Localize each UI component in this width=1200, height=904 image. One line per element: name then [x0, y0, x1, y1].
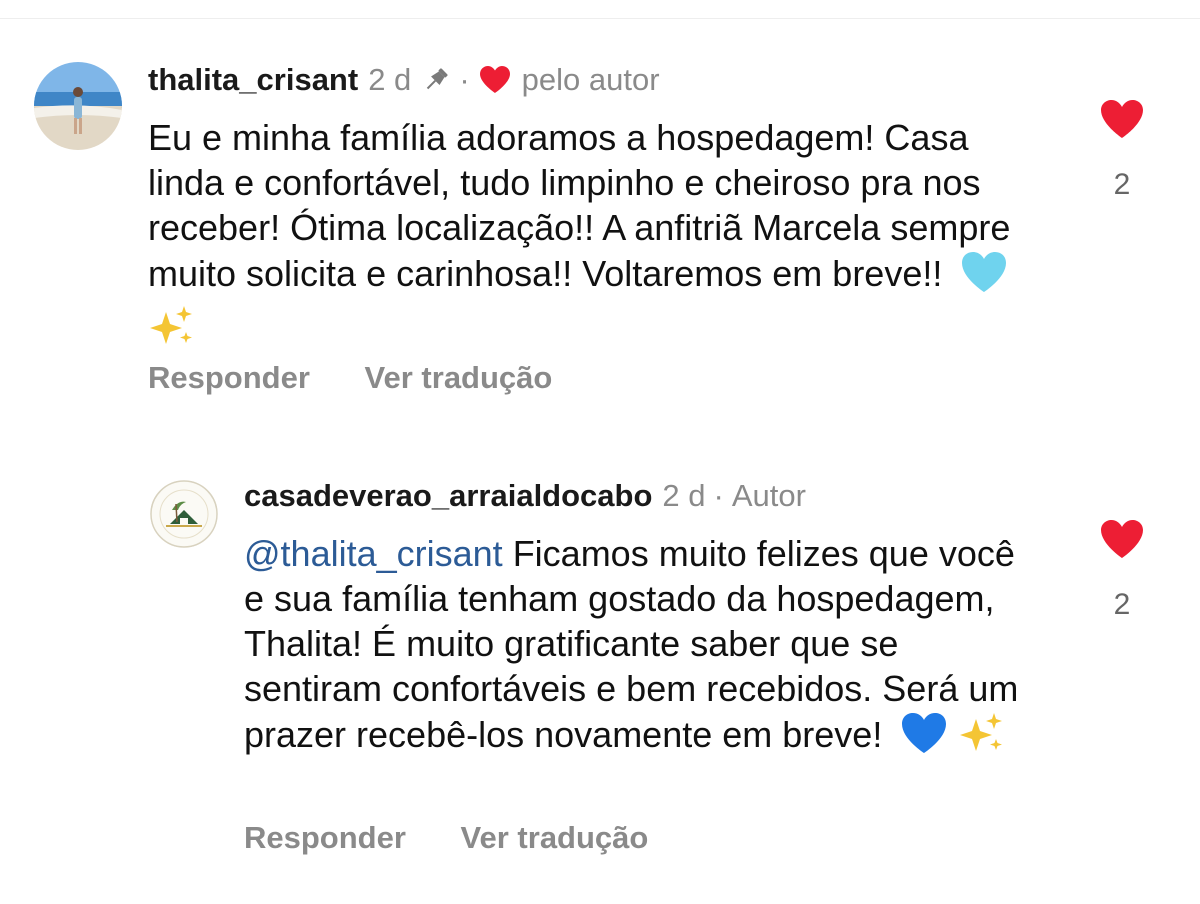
like-column: 2 — [1092, 518, 1152, 622]
comment-actions: Responder Ver tradução — [148, 358, 552, 398]
pin-icon — [421, 65, 451, 95]
reply-button[interactable]: Responder — [148, 360, 310, 395]
like-column: 2 — [1092, 98, 1152, 202]
comment-header: casadeverao_arraialdocabo 2 d · Autor — [244, 476, 806, 516]
blue-heart-icon — [900, 711, 948, 765]
like-heart-icon[interactable] — [1099, 98, 1145, 140]
avatar[interactable] — [150, 480, 218, 548]
separator: · — [713, 478, 724, 513]
timestamp: 2 d — [662, 478, 706, 513]
translate-button[interactable]: Ver tradução — [365, 360, 553, 395]
timestamp: 2 d — [368, 62, 412, 97]
light-blue-heart-icon — [960, 250, 1008, 304]
heart-icon — [478, 65, 512, 95]
top-divider — [0, 18, 1200, 19]
like-heart-icon[interactable] — [1099, 518, 1145, 560]
comment-actions: Responder Ver tradução — [244, 818, 648, 858]
like-count: 2 — [1113, 588, 1131, 621]
sparkles-icon — [960, 711, 1004, 765]
author-badge: Autor — [731, 478, 806, 513]
comment-header: thalita_crisant 2 d · pelo autor — [148, 60, 660, 100]
reply-button[interactable]: Responder — [244, 820, 406, 855]
comment-text: Eu e minha família adoramos a hospedagem… — [148, 115, 1028, 358]
username[interactable]: thalita_crisant — [148, 60, 358, 100]
mention-link[interactable]: @thalita_crisant — [244, 533, 503, 574]
separator: · — [459, 62, 470, 97]
avatar[interactable] — [34, 62, 122, 150]
liked-by-author-label: pelo autor — [521, 62, 660, 97]
translate-button[interactable]: Ver tradução — [461, 820, 649, 855]
username[interactable]: casadeverao_arraialdocabo — [244, 476, 652, 516]
comment-body: Eu e minha família adoramos a hospedagem… — [148, 117, 1011, 294]
like-count: 2 — [1113, 168, 1131, 201]
sparkles-icon — [150, 304, 194, 358]
comment-text: @thalita_crisant Ficamos muito felizes q… — [244, 531, 1034, 765]
